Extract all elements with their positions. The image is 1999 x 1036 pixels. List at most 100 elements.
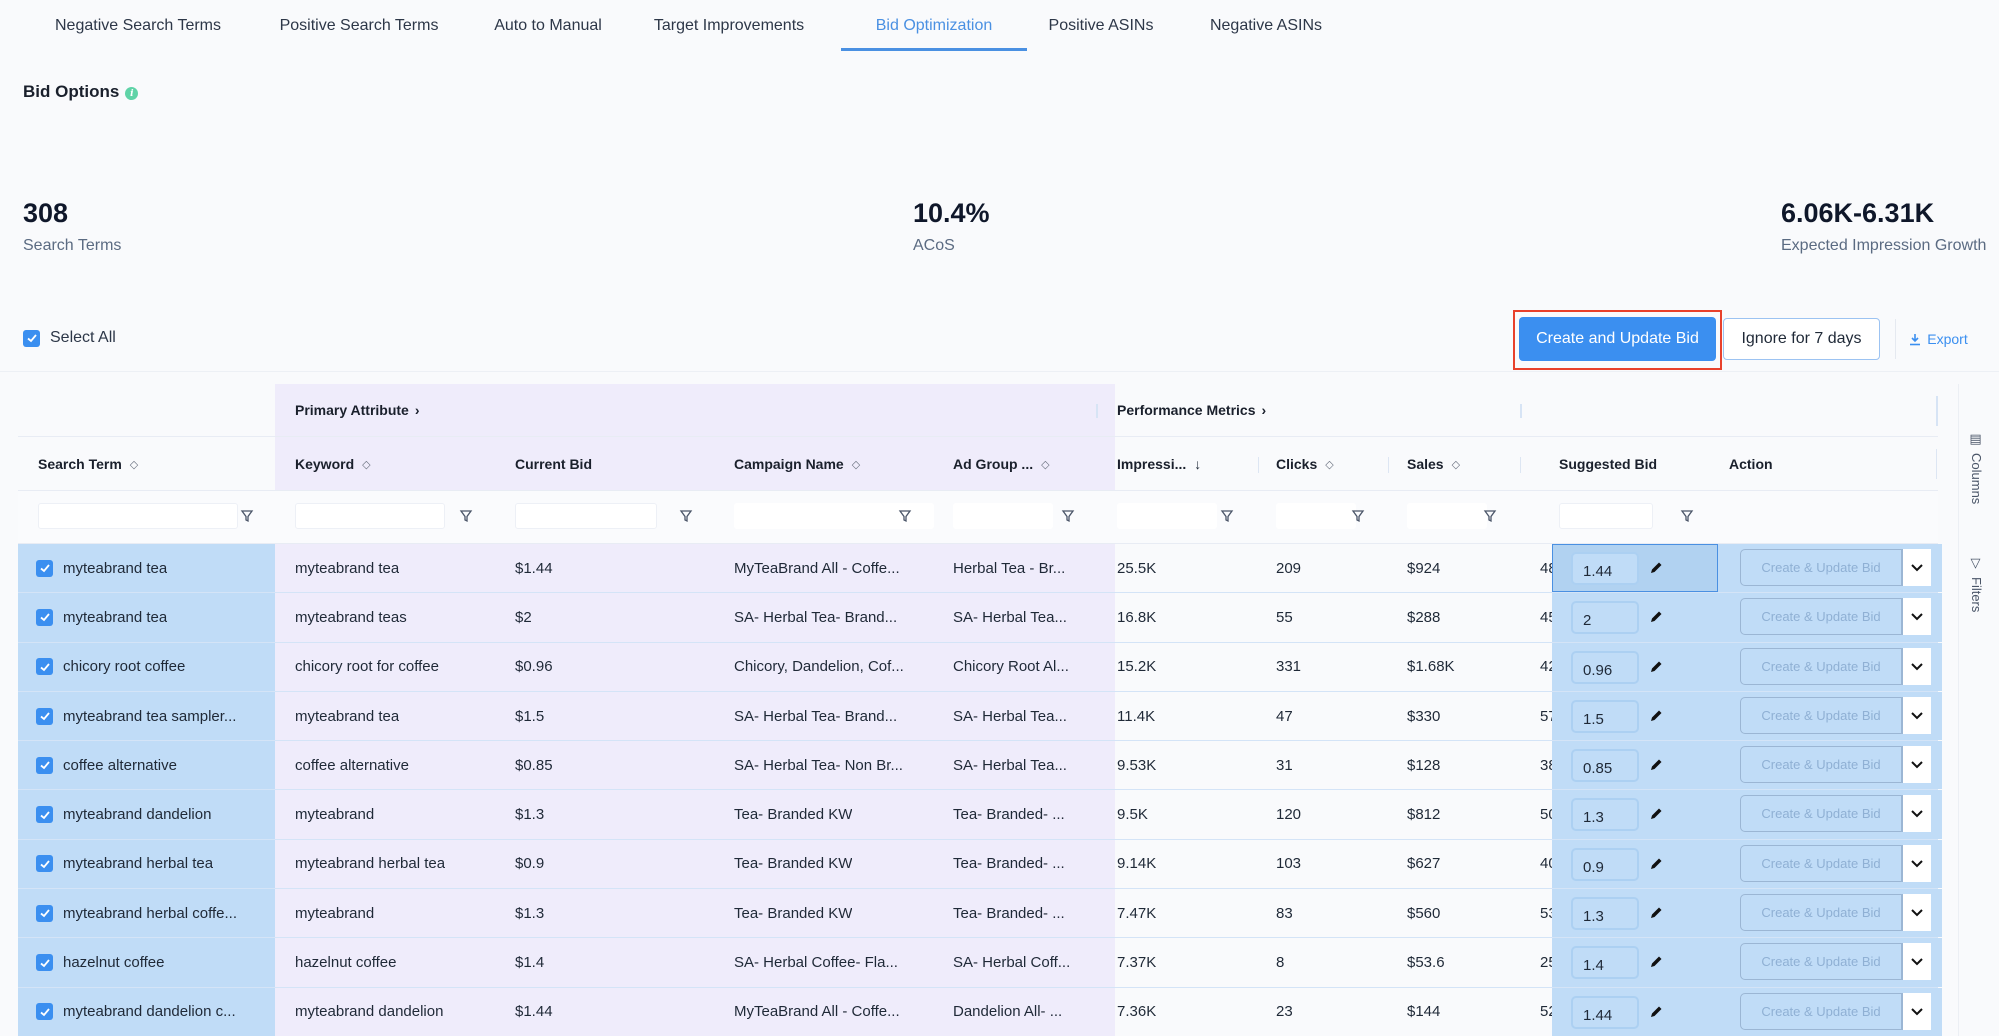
column-header-suggested-bid[interactable]: Suggested Bid <box>1559 437 1657 491</box>
chevron-down-icon[interactable] <box>1902 943 1931 981</box>
edit-pencil-icon[interactable] <box>1648 659 1664 675</box>
checkbox-checked-icon[interactable] <box>23 329 40 347</box>
table-row[interactable]: myteabrand dandelion myteabrand $1.3 Tea… <box>18 790 1942 840</box>
row-checkbox[interactable] <box>36 904 53 922</box>
suggested-bid-input[interactable]: 1.44 <box>1571 995 1639 1029</box>
filters-panel-toggle[interactable]: ▽ Filters <box>1969 556 1984 612</box>
info-icon[interactable]: i <box>125 87 139 100</box>
create-update-bid-action-button[interactable]: Create & Update Bid <box>1740 795 1902 833</box>
filter-icon[interactable] <box>679 509 693 523</box>
chevron-down-icon[interactable] <box>1902 992 1931 1030</box>
suggested-bid-input[interactable]: 1.4 <box>1571 946 1639 980</box>
edit-pencil-icon[interactable] <box>1648 806 1664 822</box>
edit-pencil-icon[interactable] <box>1648 905 1664 921</box>
suggested-bid-input[interactable]: 1.44 <box>1571 552 1639 585</box>
sort-icon[interactable]: ◇ <box>130 458 138 471</box>
column-header-search-term[interactable]: Search Term ◇ <box>38 437 138 491</box>
tab-positive-search-terms[interactable]: Positive Search Terms <box>265 0 453 51</box>
create-update-bid-action-button[interactable]: Create & Update Bid <box>1740 844 1902 882</box>
chevron-down-icon[interactable] <box>1902 746 1931 784</box>
table-row[interactable]: myteabrand herbal coffe... myteabrand $1… <box>18 889 1942 939</box>
create-update-bid-action-button[interactable]: Create & Update Bid <box>1740 894 1902 932</box>
column-header-campaign-name[interactable]: Campaign Name ◇ <box>734 437 860 491</box>
suggested-bid-input[interactable]: 2 <box>1571 601 1639 635</box>
table-row[interactable]: coffee alternative coffee alternative $0… <box>18 741 1942 791</box>
table-row[interactable]: myteabrand tea myteabrand tea $1.44 MyTe… <box>18 544 1942 594</box>
sort-icon[interactable]: ◇ <box>1041 458 1049 471</box>
table-row[interactable]: chicory root coffee chicory root for cof… <box>18 642 1942 692</box>
chevron-down-icon[interactable] <box>1902 549 1931 586</box>
filter-icon[interactable] <box>1680 509 1694 523</box>
create-update-bid-action-button[interactable]: Create & Update Bid <box>1740 943 1902 981</box>
suggested-bid-input[interactable]: 1.3 <box>1571 798 1639 832</box>
table-row[interactable]: myteabrand herbal tea myteabrand herbal … <box>18 839 1942 890</box>
export-button[interactable]: Export <box>1895 319 1981 359</box>
current-bid-filter-input[interactable] <box>515 503 657 529</box>
row-checkbox[interactable] <box>36 855 53 873</box>
columns-panel-toggle[interactable]: ▤ Columns <box>1969 432 1984 504</box>
clicks-filter-input[interactable] <box>1276 503 1356 529</box>
filter-icon[interactable] <box>1483 509 1497 523</box>
filter-icon[interactable] <box>1061 509 1075 523</box>
column-header-keyword[interactable]: Keyword ◇ <box>295 437 371 491</box>
chevron-down-icon[interactable] <box>1902 894 1931 932</box>
create-update-bid-action-button[interactable]: Create & Update Bid <box>1740 598 1902 636</box>
search-term-filter-input[interactable] <box>38 503 238 529</box>
create-update-bid-action-button[interactable]: Create & Update Bid <box>1740 746 1902 784</box>
edit-pencil-icon[interactable] <box>1648 954 1664 970</box>
row-checkbox[interactable] <box>36 1003 53 1021</box>
row-checkbox[interactable] <box>36 559 53 577</box>
column-resize-handle[interactable] <box>1520 457 1521 473</box>
sort-icon[interactable]: ◇ <box>852 458 860 471</box>
create-update-bid-action-button[interactable]: Create & Update Bid <box>1740 696 1902 734</box>
group-primary-attribute[interactable]: Primary Attribute › <box>295 402 420 418</box>
column-resize-handle[interactable] <box>1388 457 1389 473</box>
create-update-bid-action-button[interactable]: Create & Update Bid <box>1740 647 1902 685</box>
table-row[interactable]: myteabrand tea sampler... myteabrand tea… <box>18 691 1942 742</box>
impressions-filter-input[interactable] <box>1117 503 1217 529</box>
filter-icon[interactable] <box>1351 509 1365 523</box>
edit-pencil-icon[interactable] <box>1648 856 1664 872</box>
tab-target-improvements[interactable]: Target Improvements <box>646 0 812 51</box>
row-checkbox[interactable] <box>36 806 53 824</box>
edit-pencil-icon[interactable] <box>1648 560 1664 576</box>
chevron-down-icon[interactable] <box>1902 844 1931 882</box>
table-row[interactable]: myteabrand dandelion c... myteabrand dan… <box>18 987 1942 1036</box>
chevron-down-icon[interactable] <box>1902 696 1931 734</box>
sales-filter-input[interactable] <box>1407 503 1487 529</box>
create-update-bid-action-button[interactable]: Create & Update Bid <box>1740 549 1902 586</box>
tab-negative-search-terms[interactable]: Negative Search Terms <box>46 0 230 51</box>
row-checkbox[interactable] <box>36 608 53 626</box>
create-and-update-bid-button[interactable]: Create and Update Bid <box>1519 317 1716 361</box>
suggested-bid-input[interactable]: 0.9 <box>1571 847 1639 881</box>
table-row[interactable]: myteabrand tea myteabrand teas $2 SA- He… <box>18 593 1942 643</box>
create-update-bid-action-button[interactable]: Create & Update Bid <box>1740 992 1902 1030</box>
row-checkbox[interactable] <box>36 707 53 725</box>
column-header-clicks[interactable]: Clicks ◇ <box>1276 437 1334 491</box>
tab-negative-asins[interactable]: Negative ASINs <box>1201 0 1331 51</box>
suggested-bid-input[interactable]: 1.5 <box>1571 699 1639 733</box>
sort-icon[interactable]: ◇ <box>362 458 370 471</box>
group-performance-metrics[interactable]: Performance Metrics › <box>1117 402 1266 418</box>
row-checkbox[interactable] <box>36 756 53 774</box>
column-header-sales[interactable]: Sales ◇ <box>1407 437 1460 491</box>
sort-icon[interactable]: ◇ <box>1452 458 1460 471</box>
tab-bid-optimization[interactable]: Bid Optimization <box>841 0 1027 51</box>
filter-icon[interactable] <box>1220 509 1234 523</box>
chevron-down-icon[interactable] <box>1902 647 1931 685</box>
column-header-current-bid[interactable]: Current Bid <box>515 437 592 491</box>
select-all-checkbox[interactable]: Select All <box>23 329 116 347</box>
chevron-down-icon[interactable] <box>1902 598 1931 636</box>
column-header-ad-group[interactable]: Ad Group ... ◇ <box>953 437 1050 491</box>
suggested-bid-input[interactable]: 0.85 <box>1571 749 1639 783</box>
table-row[interactable]: hazelnut coffee hazelnut coffee $1.4 SA-… <box>18 938 1942 988</box>
column-header-action[interactable]: Action <box>1729 437 1773 491</box>
keyword-filter-input[interactable] <box>295 503 445 529</box>
suggested-bid-input[interactable]: 0.96 <box>1571 650 1639 684</box>
row-checkbox[interactable] <box>36 954 53 972</box>
edit-pencil-icon[interactable] <box>1648 708 1664 724</box>
tab-auto-to-manual[interactable]: Auto to Manual <box>483 0 613 51</box>
suggested-bid-input[interactable]: 1.3 <box>1571 897 1639 931</box>
tab-positive-asins[interactable]: Positive ASINs <box>1039 0 1163 51</box>
suggested-bid-filter-input[interactable] <box>1559 503 1653 529</box>
